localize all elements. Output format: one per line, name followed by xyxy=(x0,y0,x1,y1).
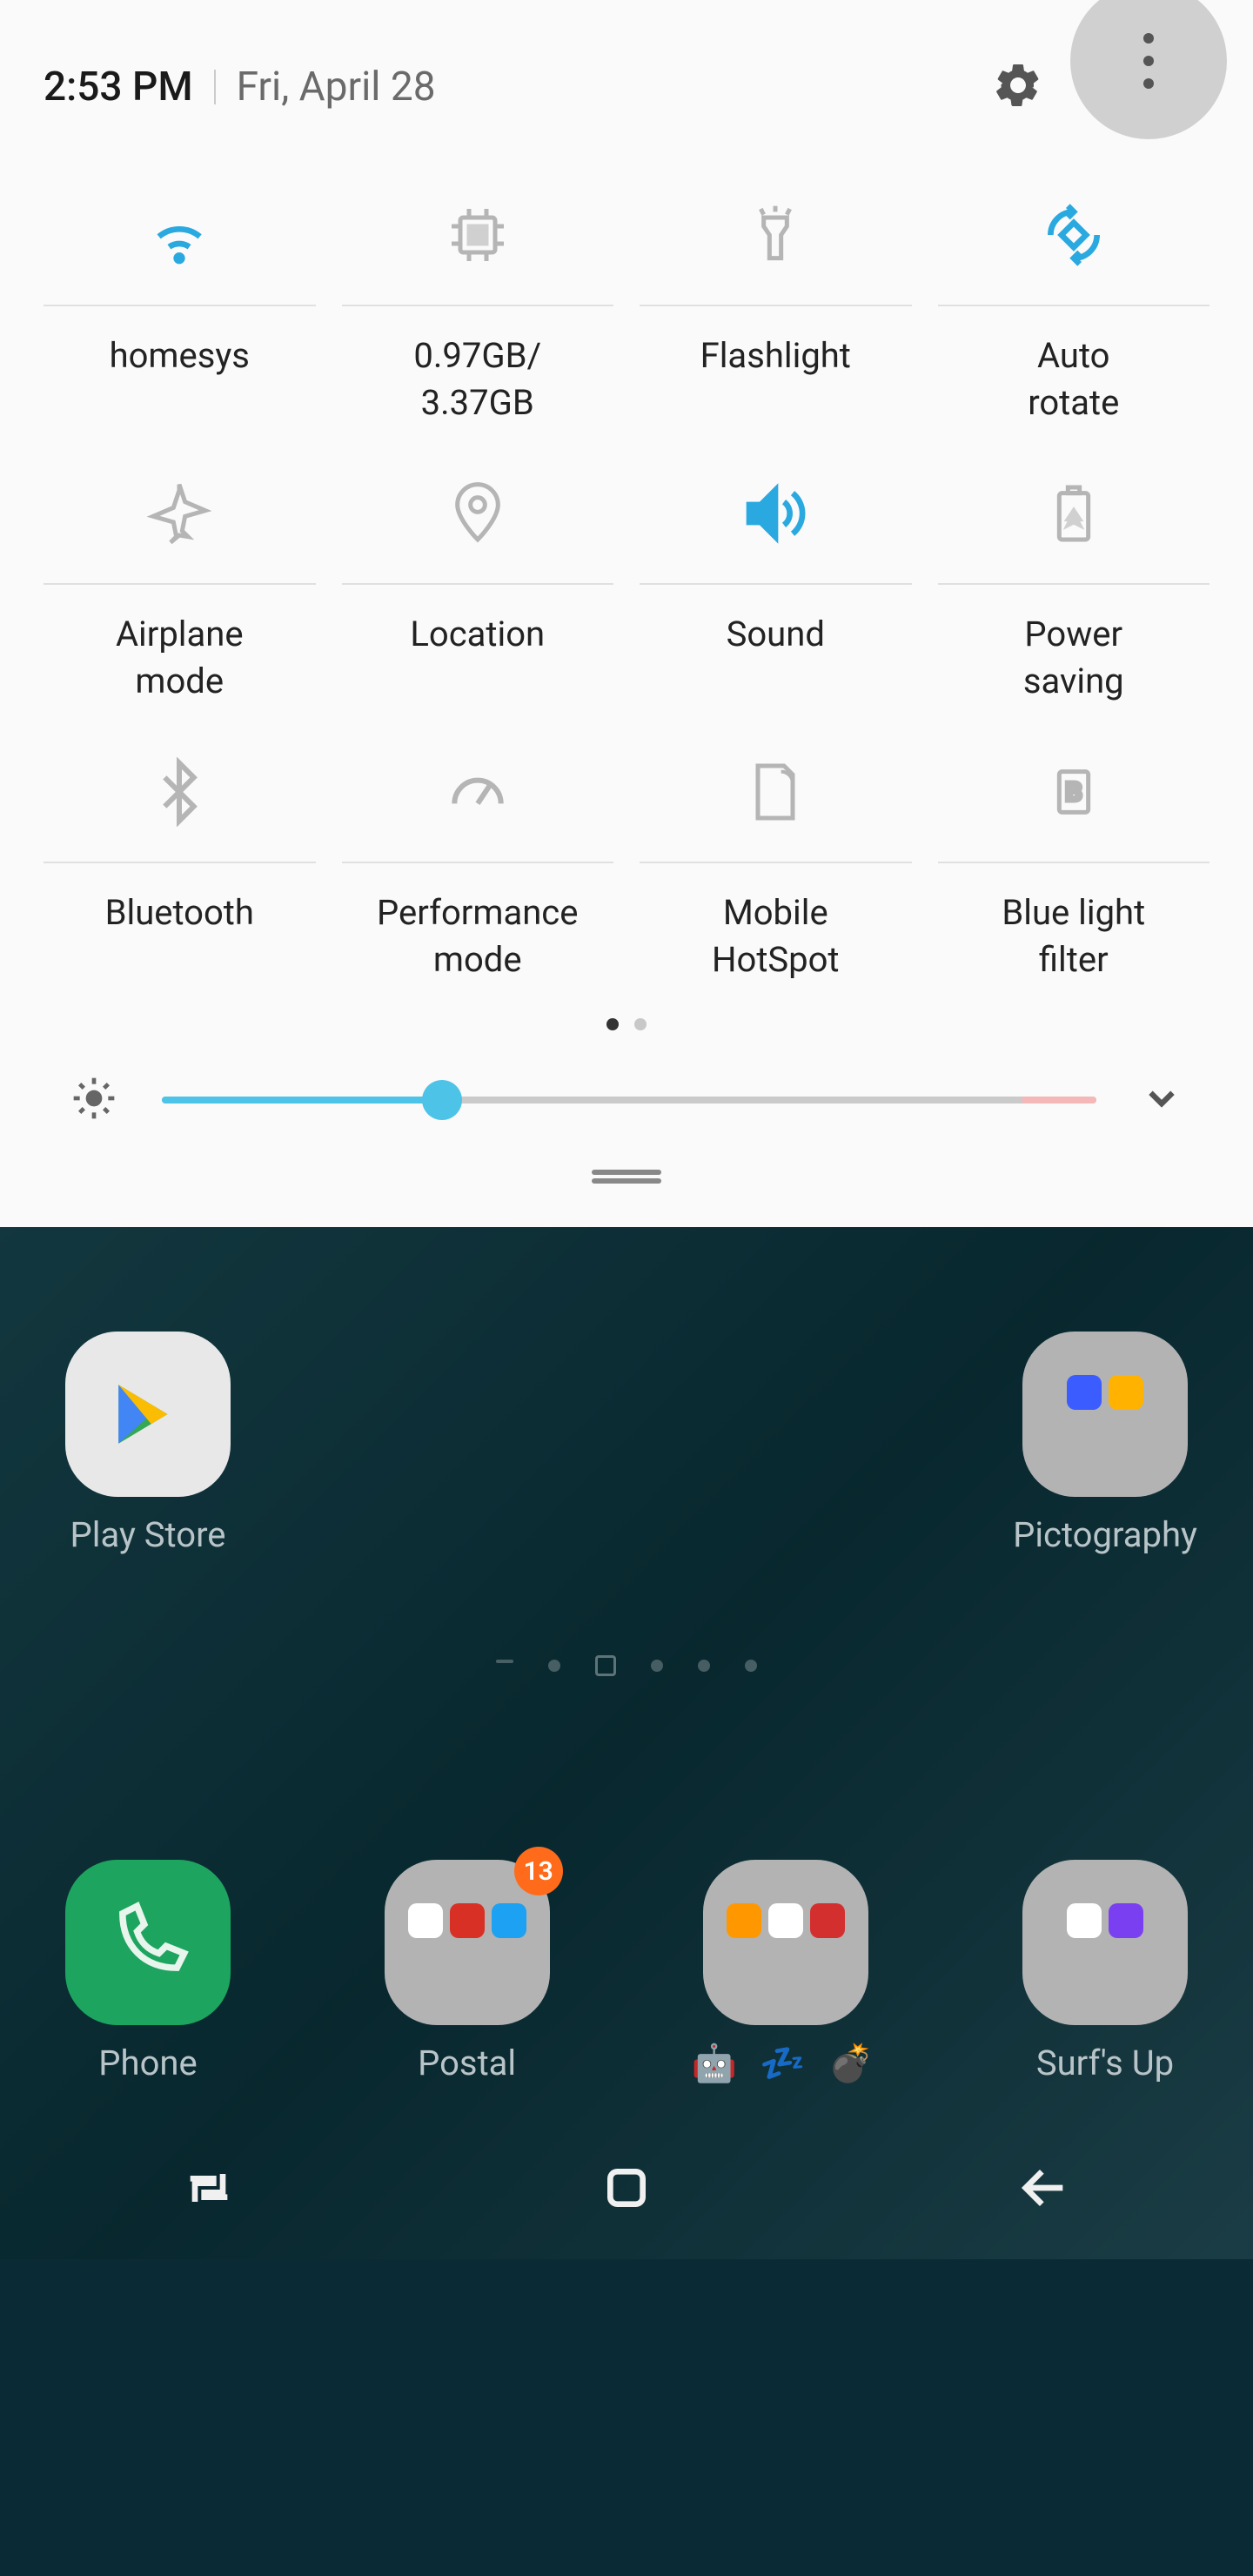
tile-pagination xyxy=(44,1018,1209,1030)
folder-icon xyxy=(1022,1332,1188,1497)
app-postal[interactable]: 13 Postal xyxy=(372,1860,563,2085)
tile-ram[interactable]: 0.97GB/ 3.37GB xyxy=(342,183,614,426)
quick-tiles-grid: homesys 0.97GB/ 3.37GB Flashlight Auto r… xyxy=(44,183,1209,983)
app-phone[interactable]: Phone xyxy=(52,1860,244,2085)
tile-power-saving[interactable]: Power saving xyxy=(938,461,1210,705)
handle-bar-icon xyxy=(592,1170,661,1175)
play-store-icon xyxy=(65,1332,231,1497)
datetime: 2:53 PM Fri, April 28 xyxy=(44,64,436,111)
tile-label: Mobile HotSpot xyxy=(712,889,840,983)
tile-wifi[interactable]: homesys xyxy=(44,183,316,426)
tile-label: Flashlight xyxy=(700,332,851,426)
home-row-1: Play Store Pictography xyxy=(52,1332,1201,1555)
rotate-icon xyxy=(1039,183,1109,287)
page-dot-active[interactable] xyxy=(606,1018,619,1030)
app-label: Phone xyxy=(98,2043,197,2083)
tile-location[interactable]: Location xyxy=(342,461,614,705)
slider-max-zone xyxy=(1022,1097,1096,1104)
slider-fill xyxy=(162,1097,442,1104)
app-label: Pictography xyxy=(1013,1514,1197,1555)
settings-icon[interactable] xyxy=(992,59,1044,115)
app-label: Surf's Up xyxy=(1036,2043,1174,2083)
folder-icon xyxy=(703,1860,868,2025)
divider xyxy=(214,70,216,104)
page-dot[interactable] xyxy=(496,1660,513,1663)
cpu-icon xyxy=(443,183,513,287)
app-play-store[interactable]: Play Store xyxy=(52,1332,244,1555)
location-icon xyxy=(443,461,513,566)
slider-thumb[interactable] xyxy=(422,1080,462,1120)
home-pagination xyxy=(52,1660,1201,1676)
tile-auto-rotate[interactable]: Auto rotate xyxy=(938,183,1210,426)
tile-hotspot[interactable]: Mobile HotSpot xyxy=(640,740,912,983)
home-button[interactable] xyxy=(599,2160,654,2219)
panel-header: 2:53 PM Fri, April 28 xyxy=(44,35,1209,139)
bluelight-icon: B xyxy=(1039,740,1109,844)
app-label: Play Store xyxy=(70,1514,226,1555)
app-widgets-folder[interactable]: 🤖 💤 💣 xyxy=(690,1860,881,2085)
tile-bluelight[interactable]: B Blue light filter xyxy=(938,740,1210,983)
tile-label: 0.97GB/ 3.37GB xyxy=(413,332,541,426)
chevron-down-icon[interactable] xyxy=(1140,1077,1183,1124)
flashlight-icon xyxy=(740,183,810,287)
battery-recycle-icon xyxy=(1039,461,1109,566)
tile-label: Airplane mode xyxy=(116,611,244,705)
tile-label: Auto rotate xyxy=(1028,332,1119,426)
page-dot[interactable] xyxy=(548,1660,560,1672)
tile-label: Location xyxy=(410,611,545,705)
header-actions xyxy=(992,35,1209,139)
navigation-bar xyxy=(0,2120,1253,2259)
phone-icon xyxy=(65,1860,231,2025)
tile-label: Performance mode xyxy=(377,889,578,983)
tile-sound[interactable]: Sound xyxy=(640,461,912,705)
back-button[interactable] xyxy=(1016,2160,1072,2219)
svg-text:B: B xyxy=(1065,777,1082,808)
tile-label: Blue light filter xyxy=(1002,889,1145,983)
panel-drag-handle[interactable] xyxy=(44,1152,1209,1210)
brightness-slider[interactable] xyxy=(162,1097,1096,1104)
tile-performance[interactable]: Performance mode xyxy=(342,740,614,983)
page-dot[interactable] xyxy=(634,1018,647,1030)
hotspot-icon xyxy=(740,740,810,844)
quick-settings-panel: 2:53 PM Fri, April 28 homesys xyxy=(0,0,1253,1227)
gauge-icon xyxy=(443,740,513,844)
folder-icon xyxy=(1022,1860,1188,2025)
app-surfs-up[interactable]: Surf's Up xyxy=(1009,1860,1201,2085)
brightness-row xyxy=(44,1074,1209,1126)
more-dots-icon xyxy=(1143,33,1154,89)
page-dot[interactable] xyxy=(745,1660,757,1672)
home-dock: Phone 13 Postal xyxy=(52,1860,1201,2085)
wifi-icon xyxy=(144,183,214,287)
bluetooth-icon xyxy=(144,740,214,844)
tile-label: Sound xyxy=(727,611,825,705)
home-indicator-icon[interactable] xyxy=(595,1655,616,1676)
tile-label: Bluetooth xyxy=(105,889,254,983)
page-dot[interactable] xyxy=(698,1660,710,1672)
tile-airplane[interactable]: Airplane mode xyxy=(44,461,316,705)
time-label: 2:53 PM xyxy=(44,64,193,111)
home-screen: Play Store Pictography xyxy=(0,1227,1253,2259)
airplane-icon xyxy=(144,461,214,566)
page-dot[interactable] xyxy=(651,1660,663,1672)
app-pictography[interactable]: Pictography xyxy=(1009,1332,1201,1555)
sound-icon xyxy=(740,461,810,566)
tile-label: Power saving xyxy=(1023,611,1124,705)
tile-flashlight[interactable]: Flashlight xyxy=(640,183,912,426)
tile-label: homesys xyxy=(110,332,250,426)
notification-badge: 13 xyxy=(514,1847,563,1895)
date-label: Fri, April 28 xyxy=(237,64,436,111)
app-label: 🤖 💤 💣 xyxy=(691,2043,881,2085)
app-label: Postal xyxy=(418,2043,516,2083)
brightness-icon xyxy=(70,1074,118,1126)
more-button[interactable] xyxy=(1070,0,1227,139)
recents-button[interactable] xyxy=(181,2160,237,2219)
tile-bluetooth[interactable]: Bluetooth xyxy=(44,740,316,983)
folder-icon: 13 xyxy=(385,1860,550,2025)
